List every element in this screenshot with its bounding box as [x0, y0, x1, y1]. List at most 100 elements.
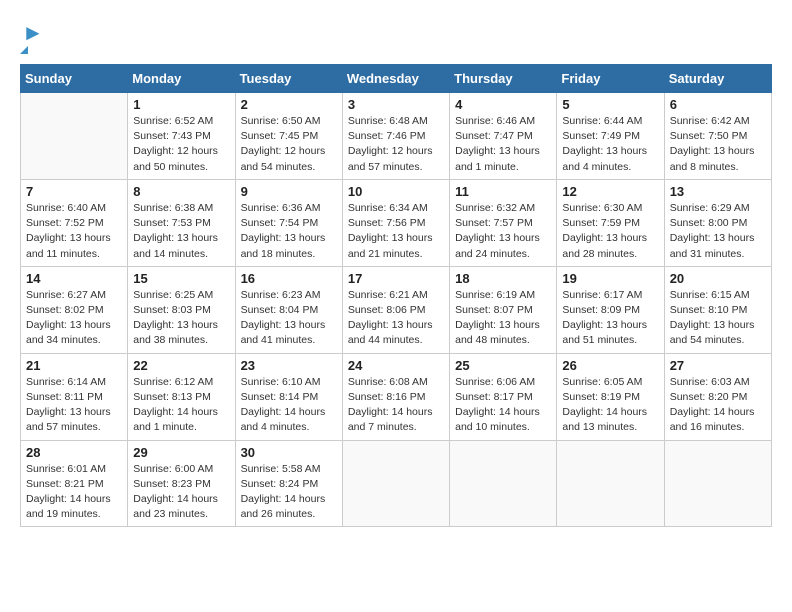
calendar-cell: 29 Sunrise: 6:00 AM Sunset: 8:23 PM Dayli… — [128, 440, 235, 527]
calendar-cell: 12 Sunrise: 6:30 AM Sunset: 7:59 PM Dayli… — [557, 179, 664, 266]
calendar-cell: 5 Sunrise: 6:44 AM Sunset: 7:49 PM Daylig… — [557, 93, 664, 180]
calendar-week-row: 21 Sunrise: 6:14 AM Sunset: 8:11 PM Dayli… — [21, 353, 772, 440]
calendar-cell — [664, 440, 771, 527]
day-info: Sunrise: 6:03 AM Sunset: 8:20 PM Dayligh… — [670, 375, 766, 436]
day-info: Sunrise: 6:17 AM Sunset: 8:09 PM Dayligh… — [562, 288, 658, 349]
weekday-header: Monday — [128, 65, 235, 93]
calendar-cell — [21, 93, 128, 180]
day-number: 20 — [670, 271, 766, 286]
calendar-cell: 14 Sunrise: 6:27 AM Sunset: 8:02 PM Dayli… — [21, 266, 128, 353]
day-info: Sunrise: 6:21 AM Sunset: 8:06 PM Dayligh… — [348, 288, 444, 349]
day-info: Sunrise: 6:38 AM Sunset: 7:53 PM Dayligh… — [133, 201, 229, 262]
day-info: Sunrise: 6:14 AM Sunset: 8:11 PM Dayligh… — [26, 375, 122, 436]
day-info: Sunrise: 6:27 AM Sunset: 8:02 PM Dayligh… — [26, 288, 122, 349]
day-info: Sunrise: 6:08 AM Sunset: 8:16 PM Dayligh… — [348, 375, 444, 436]
calendar-cell: 13Sunrise: 6:29 AM Sunset: 8:00 PM Dayli… — [664, 179, 771, 266]
calendar-cell: 25 Sunrise: 6:06 AM Sunset: 8:17 PM Dayli… — [450, 353, 557, 440]
day-number: 7 — [26, 184, 122, 199]
day-number: 14 — [26, 271, 122, 286]
calendar-cell: 15Sunrise: 6:25 AM Sunset: 8:03 PM Dayli… — [128, 266, 235, 353]
day-info: Sunrise: 6:32 AM Sunset: 7:57 PM Dayligh… — [455, 201, 551, 262]
day-info: Sunrise: 6:50 AM Sunset: 7:45 PM Dayligh… — [241, 114, 337, 175]
weekday-header: Thursday — [450, 65, 557, 93]
calendar-cell: 22Sunrise: 6:12 AM Sunset: 8:13 PM Dayli… — [128, 353, 235, 440]
calendar-cell — [557, 440, 664, 527]
calendar-cell: 19Sunrise: 6:17 AM Sunset: 8:09 PM Dayli… — [557, 266, 664, 353]
calendar-cell — [342, 440, 449, 527]
calendar-cell: 11 Sunrise: 6:32 AM Sunset: 7:57 PM Dayli… — [450, 179, 557, 266]
day-number: 3 — [348, 97, 444, 112]
day-number: 10 — [348, 184, 444, 199]
calendar-cell: 7 Sunrise: 6:40 AM Sunset: 7:52 PM Daylig… — [21, 179, 128, 266]
day-info: Sunrise: 6:36 AM Sunset: 7:54 PM Dayligh… — [241, 201, 337, 262]
day-info: Sunrise: 6:00 AM Sunset: 8:23 PM Dayligh… — [133, 462, 229, 523]
logo-triangle — [20, 46, 28, 54]
calendar-cell: 1 Sunrise: 6:52 AM Sunset: 7:43 PM Daylig… — [128, 93, 235, 180]
day-number: 9 — [241, 184, 337, 199]
calendar-cell — [450, 440, 557, 527]
calendar-cell: 20 Sunrise: 6:15 AM Sunset: 8:10 PM Dayli… — [664, 266, 771, 353]
calendar-cell: 3 Sunrise: 6:48 AM Sunset: 7:46 PM Daylig… — [342, 93, 449, 180]
day-number: 27 — [670, 358, 766, 373]
day-info: Sunrise: 5:58 AM Sunset: 8:24 PM Dayligh… — [241, 462, 337, 523]
day-number: 25 — [455, 358, 551, 373]
day-info: Sunrise: 6:42 AM Sunset: 7:50 PM Dayligh… — [670, 114, 766, 175]
day-number: 28 — [26, 445, 122, 460]
calendar-cell: 17 Sunrise: 6:21 AM Sunset: 8:06 PM Dayli… — [342, 266, 449, 353]
calendar-cell: 27 Sunrise: 6:03 AM Sunset: 8:20 PM Dayli… — [664, 353, 771, 440]
day-number: 8 — [133, 184, 229, 199]
calendar-cell: 9 Sunrise: 6:36 AM Sunset: 7:54 PM Daylig… — [235, 179, 342, 266]
logo-bird-icon: ► — [22, 20, 44, 46]
calendar-week-row: 14 Sunrise: 6:27 AM Sunset: 8:02 PM Dayli… — [21, 266, 772, 353]
day-info: Sunrise: 6:12 AM Sunset: 8:13 PM Dayligh… — [133, 375, 229, 436]
page-header: ► — [20, 20, 772, 54]
day-info: Sunrise: 6:01 AM Sunset: 8:21 PM Dayligh… — [26, 462, 122, 523]
weekday-header: Wednesday — [342, 65, 449, 93]
day-number: 1 — [133, 97, 229, 112]
day-number: 12 — [562, 184, 658, 199]
calendar-cell: 21 Sunrise: 6:14 AM Sunset: 8:11 PM Dayli… — [21, 353, 128, 440]
day-info: Sunrise: 6:40 AM Sunset: 7:52 PM Dayligh… — [26, 201, 122, 262]
day-info: Sunrise: 6:15 AM Sunset: 8:10 PM Dayligh… — [670, 288, 766, 349]
day-info: Sunrise: 6:44 AM Sunset: 7:49 PM Dayligh… — [562, 114, 658, 175]
calendar-cell: 30 Sunrise: 5:58 AM Sunset: 8:24 PM Dayli… — [235, 440, 342, 527]
day-info: Sunrise: 6:48 AM Sunset: 7:46 PM Dayligh… — [348, 114, 444, 175]
day-number: 26 — [562, 358, 658, 373]
day-number: 16 — [241, 271, 337, 286]
day-number: 24 — [348, 358, 444, 373]
logo: ► — [20, 20, 44, 54]
day-number: 17 — [348, 271, 444, 286]
calendar-cell: 23 Sunrise: 6:10 AM Sunset: 8:14 PM Dayli… — [235, 353, 342, 440]
weekday-header: Friday — [557, 65, 664, 93]
day-info: Sunrise: 6:10 AM Sunset: 8:14 PM Dayligh… — [241, 375, 337, 436]
calendar-week-row: 7 Sunrise: 6:40 AM Sunset: 7:52 PM Daylig… — [21, 179, 772, 266]
day-info: Sunrise: 6:06 AM Sunset: 8:17 PM Dayligh… — [455, 375, 551, 436]
calendar-cell: 28 Sunrise: 6:01 AM Sunset: 8:21 PM Dayli… — [21, 440, 128, 527]
weekday-header: Sunday — [21, 65, 128, 93]
day-number: 11 — [455, 184, 551, 199]
day-info: Sunrise: 6:34 AM Sunset: 7:56 PM Dayligh… — [348, 201, 444, 262]
day-number: 21 — [26, 358, 122, 373]
day-info: Sunrise: 6:52 AM Sunset: 7:43 PM Dayligh… — [133, 114, 229, 175]
calendar-cell: 2 Sunrise: 6:50 AM Sunset: 7:45 PM Daylig… — [235, 93, 342, 180]
day-number: 5 — [562, 97, 658, 112]
calendar-table: SundayMondayTuesdayWednesdayThursdayFrid… — [20, 64, 772, 527]
calendar-cell: 4 Sunrise: 6:46 AM Sunset: 7:47 PM Daylig… — [450, 93, 557, 180]
weekday-header: Saturday — [664, 65, 771, 93]
calendar-cell: 24 Sunrise: 6:08 AM Sunset: 8:16 PM Dayli… — [342, 353, 449, 440]
day-number: 30 — [241, 445, 337, 460]
day-info: Sunrise: 6:30 AM Sunset: 7:59 PM Dayligh… — [562, 201, 658, 262]
day-info: Sunrise: 6:46 AM Sunset: 7:47 PM Dayligh… — [455, 114, 551, 175]
day-number: 29 — [133, 445, 229, 460]
day-number: 18 — [455, 271, 551, 286]
calendar-cell: 18 Sunrise: 6:19 AM Sunset: 8:07 PM Dayli… — [450, 266, 557, 353]
day-number: 2 — [241, 97, 337, 112]
calendar-cell: 16Sunrise: 6:23 AM Sunset: 8:04 PM Dayli… — [235, 266, 342, 353]
calendar-cell: 10 Sunrise: 6:34 AM Sunset: 7:56 PM Dayli… — [342, 179, 449, 266]
day-number: 13 — [670, 184, 766, 199]
day-info: Sunrise: 6:05 AM Sunset: 8:19 PM Dayligh… — [562, 375, 658, 436]
day-number: 23 — [241, 358, 337, 373]
day-number: 4 — [455, 97, 551, 112]
day-info: Sunrise: 6:19 AM Sunset: 8:07 PM Dayligh… — [455, 288, 551, 349]
calendar-cell: 8 Sunrise: 6:38 AM Sunset: 7:53 PM Daylig… — [128, 179, 235, 266]
